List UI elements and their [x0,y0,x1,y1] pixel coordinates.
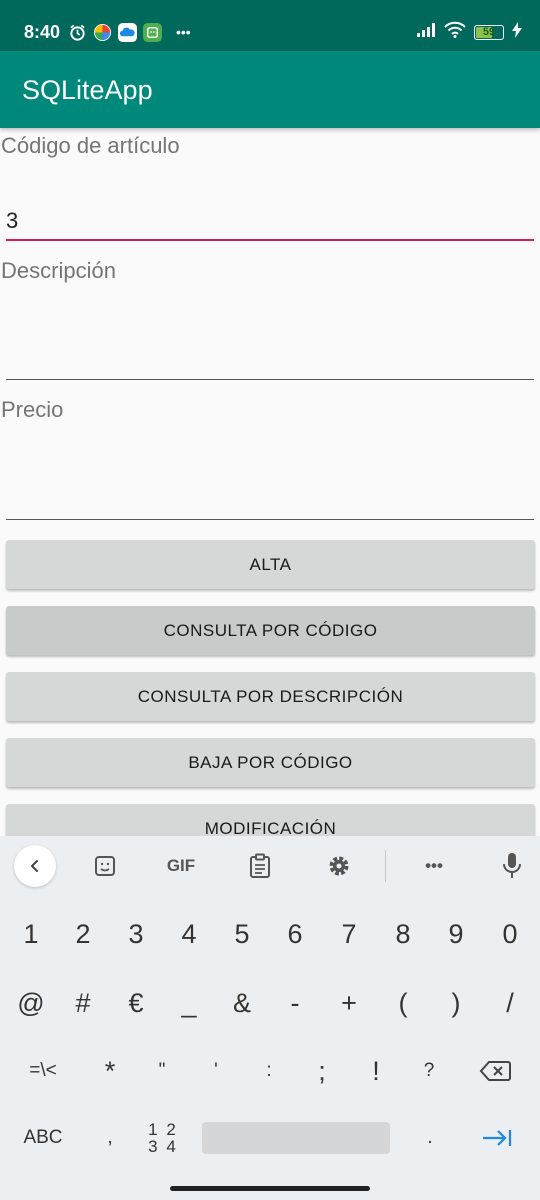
signal-icon [416,22,436,43]
soft-keyboard: GIF ••• 1 2 3 4 5 6 7 8 9 0 @ # € _ & - … [0,836,540,1200]
key-period[interactable]: . [403,1108,457,1168]
modificacion-button[interactable]: MODIFICACIÓN [6,804,535,836]
app-notification-icon [143,22,162,42]
key-single-quote[interactable]: ' [189,1041,243,1101]
charging-icon [512,21,522,43]
consulta-descripcion-button[interactable]: CONSULTA POR DESCRIPCIÓN [6,672,535,721]
back-chevron-icon[interactable] [14,845,56,887]
enter-next-icon[interactable] [470,1108,524,1168]
form-content: Código de artículo 3 Descripción Precio … [0,128,540,836]
key-open-paren[interactable]: ( [376,973,430,1033]
descripcion-underline [6,379,534,380]
photos-icon [93,23,112,42]
battery-icon: 59 [474,24,504,40]
key-3[interactable]: 3 [109,904,163,964]
key-2[interactable]: 2 [56,904,110,964]
keyboard-toolbar: GIF ••• [0,836,540,896]
keyboard-row-numbers: 1 2 3 4 5 6 7 8 9 0 [0,904,540,964]
consulta-codigo-button[interactable]: CONSULTA POR CÓDIGO [6,606,535,655]
precio-input[interactable] [6,478,534,508]
cloud-icon [118,22,137,42]
key-question[interactable]: ? [402,1041,456,1101]
more-notifications-icon: ••• [176,24,191,40]
status-time: 8:40 [24,22,61,42]
keyboard-row-symbols: @ # € _ & - + ( ) / [0,973,540,1033]
key-0[interactable]: 0 [483,904,537,964]
key-exclamation[interactable]: ! [349,1041,403,1101]
keyboard-row-punct: =\< * " ' : ; ! ? [0,1041,540,1101]
battery-level: 59 [482,25,496,38]
settings-gear-icon[interactable] [317,850,361,882]
descripcion-label: Descripción [1,258,116,283]
wifi-icon [444,21,466,43]
key-more-symbols[interactable]: =\< [16,1041,70,1101]
precio-label: Precio [1,397,64,422]
key-ampersand[interactable]: & [215,973,269,1033]
sticker-icon[interactable] [83,850,127,882]
baja-codigo-button[interactable]: BAJA POR CÓDIGO [6,738,535,787]
key-9[interactable]: 9 [429,904,483,964]
backspace-icon[interactable] [468,1041,522,1101]
key-4[interactable]: 4 [162,904,216,964]
numpad-bottom: 3 4 [148,1137,178,1156]
key-7[interactable]: 7 [322,904,376,964]
toolbar-divider [385,850,386,882]
key-close-paren[interactable]: ) [429,973,483,1033]
descripcion-input[interactable] [6,338,534,368]
status-right: 59 [416,21,522,43]
key-semicolon[interactable]: ; [295,1041,349,1101]
key-colon[interactable]: : [242,1041,296,1101]
status-bar: 8:40 ••• 59 [0,0,540,51]
key-double-quote[interactable]: " [135,1041,189,1101]
key-numpad[interactable]: 1 2 3 4 [136,1108,190,1168]
key-at[interactable]: @ [4,973,58,1033]
home-indicator[interactable] [170,1186,370,1191]
more-options-icon[interactable]: ••• [412,850,456,882]
key-slash[interactable]: / [483,973,537,1033]
app-bar: SQLiteApp [0,51,540,128]
alta-button[interactable]: ALTA [6,540,535,589]
precio-underline [6,519,534,520]
key-8[interactable]: 8 [376,904,430,964]
codigo-underline [6,239,534,241]
key-asterisk[interactable]: * [83,1041,137,1101]
notification-icons: ••• [68,22,191,42]
numpad-top: 1 2 [148,1120,178,1139]
key-1[interactable]: 1 [4,904,58,964]
key-plus[interactable]: + [322,973,376,1033]
codigo-label: Código de artículo [1,133,180,158]
key-abc[interactable]: ABC [16,1108,70,1168]
key-comma[interactable]: , [83,1108,137,1168]
key-6[interactable]: 6 [268,904,322,964]
gif-button[interactable]: GIF [159,850,203,882]
key-5[interactable]: 5 [215,904,269,964]
key-minus[interactable]: - [268,973,322,1033]
alarm-icon [68,23,87,42]
microphone-icon[interactable] [490,850,534,882]
clipboard-icon[interactable] [238,850,282,882]
key-hash[interactable]: # [56,973,110,1033]
space-bar[interactable] [202,1122,390,1154]
app-title: SQLiteApp [22,75,153,105]
key-euro[interactable]: € [109,973,163,1033]
key-underscore[interactable]: _ [162,973,216,1033]
codigo-input[interactable]: 3 [6,208,534,234]
